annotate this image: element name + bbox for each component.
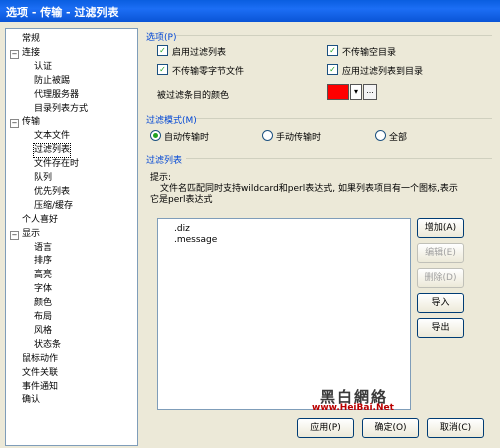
apply-to-dirs-label: 应用过滤列表到目录 [342, 67, 424, 77]
tree-item[interactable]: 颜色 [34, 297, 52, 310]
watermark-url: www.HeiBai.Net [312, 403, 394, 413]
tree-item[interactable]: 传输 [22, 116, 40, 129]
tree-item[interactable]: 防止被踢 [34, 75, 70, 88]
delete-button[interactable]: 删除(D) [417, 268, 464, 288]
export-button[interactable]: 导出 [417, 318, 464, 338]
color-dropdown-icon[interactable]: ▾ [350, 84, 362, 100]
tree-item[interactable]: 队列 [34, 172, 52, 185]
tree-item[interactable]: 文件存在时 [34, 158, 79, 171]
tree-item[interactable]: 连接 [22, 47, 40, 60]
tree-item[interactable]: 确认 [22, 394, 40, 407]
tree-item[interactable]: 排序 [34, 255, 52, 268]
filtered-color-label: 被过滤条目的颜色 [157, 91, 230, 101]
skip-empty-dirs-checkbox[interactable]: ✓ [327, 45, 338, 56]
tree-item[interactable]: 认证 [34, 61, 52, 74]
settings-tree[interactable]: 常规 − 连接 认证 防止被踢 代理服务器 目录列表方式 − 传输 文本文件 过滤列表 文件存在时 队列… [5, 28, 138, 446]
mode-all-label: 全部 [389, 133, 408, 143]
apply-to-dirs-checkbox[interactable]: ✓ [327, 64, 338, 75]
enable-filter-label: 启用过滤列表 [172, 48, 227, 58]
cancel-button[interactable]: 取消(C) [427, 418, 484, 438]
filter-list-box[interactable]: .diz .message [157, 218, 411, 410]
tree-item[interactable]: 语言 [34, 242, 52, 255]
add-button[interactable]: 增加(A) [417, 218, 464, 238]
tree-item[interactable]: 压缩/缓存 [34, 200, 73, 213]
mode-divider [196, 118, 492, 119]
mode-group-title: 过滤模式(M) [146, 116, 197, 126]
filter-list-item[interactable]: .message [174, 235, 217, 245]
options-group-title: 选项(P) [146, 33, 177, 43]
skip-empty-dirs-label: 不传输空目录 [342, 48, 397, 58]
filter-list-group-title: 过滤列表 [146, 156, 183, 166]
skip-zero-byte-label: 不传输零字节文件 [172, 67, 245, 77]
edit-button[interactable]: 编辑(E) [417, 243, 464, 263]
mode-all-radio[interactable] [375, 130, 386, 141]
tree-item[interactable]: 状态条 [34, 339, 61, 352]
skip-zero-byte-checkbox[interactable]: ✓ [157, 64, 168, 75]
enable-filter-checkbox[interactable]: ✓ [157, 45, 168, 56]
mode-auto-label: 自动传输时 [164, 133, 210, 143]
filter-list-divider [186, 158, 492, 159]
tree-item[interactable]: 事件通知 [22, 381, 58, 394]
mode-manual-radio[interactable] [262, 130, 273, 141]
heibai-watermark-logo: 黑白網絡 www.HeiBai.Net [312, 386, 450, 414]
ok-button[interactable]: 确定(O) [362, 418, 419, 438]
tree-item[interactable]: 常规 [22, 33, 40, 46]
tree-item[interactable]: 鼠标动作 [22, 353, 58, 366]
filter-list-item[interactable]: .diz [174, 224, 190, 234]
tree-item[interactable]: 过滤列表 [32, 143, 72, 159]
tree-item[interactable]: 文本文件 [34, 130, 70, 143]
tree-expander-icon[interactable]: − [10, 119, 19, 129]
color-more-button[interactable]: ... [363, 84, 377, 100]
tree-item[interactable]: 代理服务器 [34, 89, 79, 102]
mode-auto-radio[interactable] [150, 130, 161, 141]
tree-item[interactable]: 高亮 [34, 269, 52, 282]
tree-item[interactable]: 目录列表方式 [34, 103, 88, 116]
tree-item[interactable]: 字体 [34, 283, 52, 296]
hint-text-line2: 它是perl表达式 [150, 195, 213, 205]
tree-expander-icon[interactable]: − [10, 230, 19, 240]
tree-item[interactable]: 文件关联 [22, 367, 58, 380]
options-dialog: 选项 - 传输 - 过滤列表 常规 − 连接 认证 防止被踢 代理服务器 目录列表方式 − 传输… [0, 0, 500, 448]
tree-item[interactable]: 风格 [34, 325, 52, 338]
mode-manual-label: 手动传输时 [276, 133, 322, 143]
title-bar[interactable]: 选项 - 传输 - 过滤列表 [0, 0, 500, 22]
tree-item[interactable]: 个人喜好 [22, 214, 58, 227]
options-divider [176, 35, 492, 36]
filtered-color-swatch[interactable] [327, 84, 349, 100]
tree-item[interactable]: 布局 [34, 311, 52, 324]
tree-item[interactable]: 优先列表 [34, 186, 70, 199]
import-button[interactable]: 导入 [417, 293, 464, 313]
tree-item[interactable]: 显示 [22, 228, 40, 241]
window-title: 选项 - 传输 - 过滤列表 [6, 6, 119, 19]
apply-button[interactable]: 应用(P) [297, 418, 354, 438]
tree-expander-icon[interactable]: − [10, 49, 19, 59]
